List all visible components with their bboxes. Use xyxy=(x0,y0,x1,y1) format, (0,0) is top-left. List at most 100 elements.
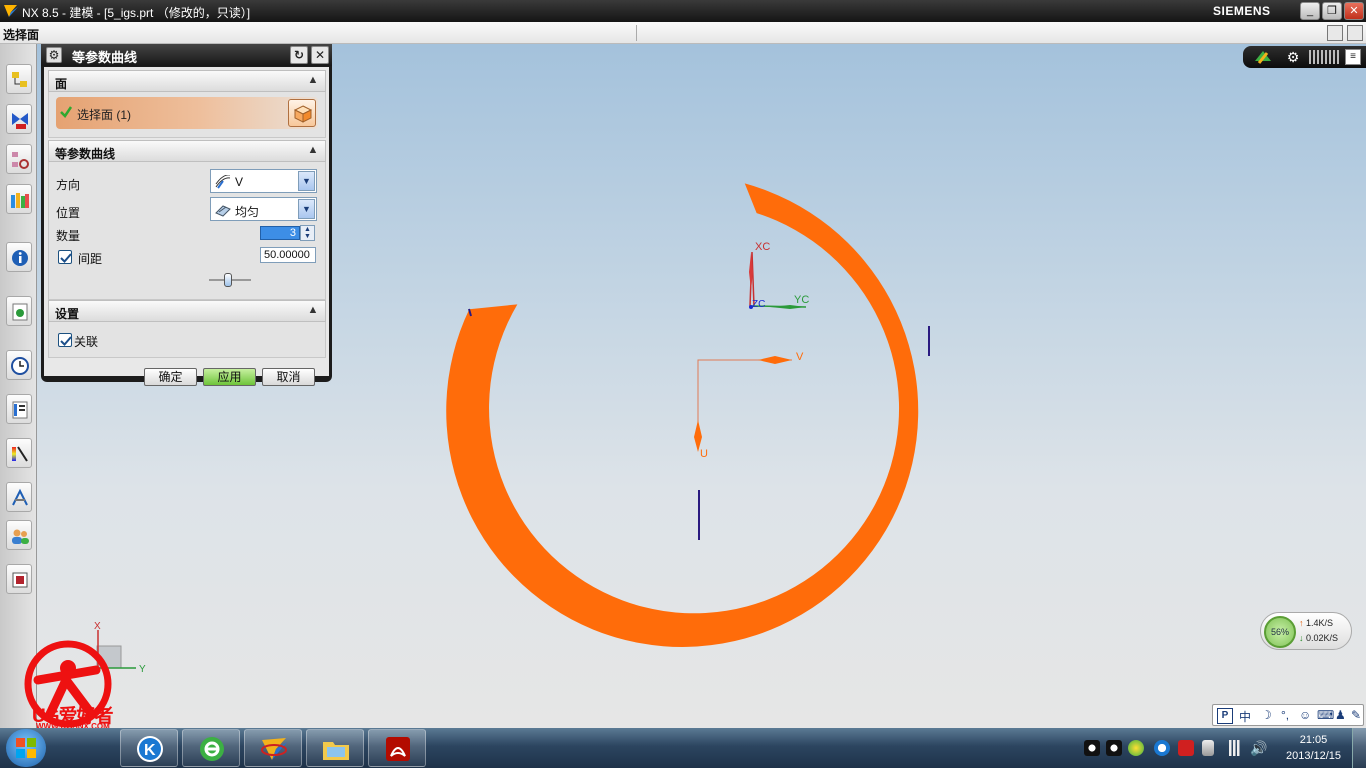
network-monitor[interactable]: 56% ↑ 1.4K/S ↓ 0.02K/S xyxy=(1260,612,1352,650)
keyboard-icon[interactable]: ⌨ xyxy=(1317,708,1334,722)
ok-button[interactable]: 确定 xyxy=(144,368,197,386)
volume-icon[interactable]: 🔊 xyxy=(1250,740,1267,756)
device-icon[interactable] xyxy=(1202,740,1214,756)
antivirus-icon[interactable] xyxy=(1178,740,1194,756)
taskbar-nx[interactable] xyxy=(244,729,302,767)
web-browser-icon xyxy=(12,303,28,321)
cue-restore-button[interactable] xyxy=(1347,25,1363,41)
cpu-percent: 56% xyxy=(1264,616,1296,648)
manufacturing-wizard-tab[interactable] xyxy=(6,482,32,512)
qq-icon[interactable] xyxy=(1084,740,1100,756)
network-signal-icon[interactable] xyxy=(1226,740,1242,756)
ime-mode[interactable]: 中 xyxy=(1239,708,1251,725)
close-window-button[interactable]: ✕ xyxy=(1344,2,1364,20)
system-scene-tab[interactable] xyxy=(6,564,32,594)
v-direction-label: V xyxy=(796,351,804,363)
apply-button[interactable]: 应用 xyxy=(203,368,256,386)
wizard-icon xyxy=(12,488,28,506)
position-dropdown[interactable]: 均匀 ▼ xyxy=(210,197,317,221)
dialog-close-icon[interactable]: ✕ xyxy=(311,46,329,64)
select-face-label: 选择面 (1) xyxy=(77,108,132,122)
restore-button[interactable]: ❐ xyxy=(1322,2,1342,20)
svg-text:K: K xyxy=(144,742,156,759)
settings-group-header[interactable]: 设置 ▲ xyxy=(48,300,326,322)
kugou-icon: K xyxy=(137,736,163,762)
qq-icon-2[interactable] xyxy=(1106,740,1122,756)
process-studio-tab[interactable] xyxy=(6,438,32,468)
taskbar: K 🔊 21:05 2013/12/15 xyxy=(0,728,1366,768)
count-spinner[interactable]: ▲ ▼ xyxy=(300,225,315,241)
settings-gear-icon[interactable]: ⚙ xyxy=(1285,49,1301,65)
start-button[interactable] xyxy=(6,729,46,767)
part-navigator-icon xyxy=(12,152,29,169)
history-tab[interactable] xyxy=(6,350,32,380)
cube-icon xyxy=(293,105,313,123)
kugou-tray-icon[interactable] xyxy=(1154,740,1170,756)
constraint-navigator-tab[interactable] xyxy=(6,104,32,134)
taskbar-kugou[interactable]: K xyxy=(120,729,178,767)
isoparametric-curve-dialog: ⚙ 等参数曲线 ↻ ✕ 面 ▲ 选择面 (1) 等参数曲线 ▲ 方向 V ▼ 位… xyxy=(41,44,332,386)
face-group-body: 选择面 (1) xyxy=(48,92,326,138)
collapse-icon[interactable]: ▲ xyxy=(305,304,321,318)
cue-option-button[interactable] xyxy=(1327,25,1343,41)
associative-checkbox[interactable] xyxy=(58,333,72,347)
dropdown-arrow-icon[interactable]: ▼ xyxy=(298,171,315,191)
collapse-icon[interactable]: ▲ xyxy=(305,144,321,158)
select-face-button[interactable] xyxy=(288,99,316,127)
isoparametric-face[interactable] xyxy=(446,183,919,647)
screen: NX 8.5 - 建模 - [5_igs.prt （修改的，只读）] SIEME… xyxy=(0,0,1366,768)
emoji-icon[interactable]: ☺ xyxy=(1299,708,1311,722)
part-navigator-tab[interactable] xyxy=(6,144,32,174)
cancel-button[interactable]: 取消 xyxy=(262,368,315,386)
face-group-header[interactable]: 面 ▲ xyxy=(48,70,326,92)
taskbar-acrobat[interactable] xyxy=(368,729,426,767)
show-desktop-button[interactable] xyxy=(1352,728,1366,768)
roles-icon xyxy=(12,529,29,544)
zc-label: ZC xyxy=(752,299,765,310)
count-input[interactable]: 3 xyxy=(260,226,300,240)
dialog-gear-icon[interactable]: ⚙ xyxy=(46,47,62,63)
acrobat-icon xyxy=(386,737,410,761)
spacing-slider[interactable] xyxy=(209,273,251,287)
uniform-icon xyxy=(215,205,231,217)
dropdown-arrow-icon[interactable]: ▼ xyxy=(298,199,315,219)
spacing-input[interactable]: 50.00000 xyxy=(260,247,316,263)
ime-logo-icon[interactable]: P xyxy=(1217,708,1233,724)
system-clock[interactable]: 21:05 2013/12/15 xyxy=(1281,732,1346,764)
collapse-icon[interactable]: ▲ xyxy=(305,74,321,88)
assembly-navigator-tab[interactable] xyxy=(6,64,32,94)
clock-time: 21:05 xyxy=(1299,734,1328,746)
select-face-row[interactable]: 选择面 (1) xyxy=(56,97,318,129)
user-icon[interactable]: ♟ xyxy=(1335,708,1346,722)
checkmark-icon xyxy=(60,336,72,346)
spacing-checkbox[interactable] xyxy=(58,250,72,264)
system-materials-tab[interactable] xyxy=(6,394,32,424)
render-style-icon[interactable] xyxy=(1253,49,1273,65)
reuse-library-tab[interactable] xyxy=(6,184,32,214)
roles-tab[interactable] xyxy=(6,520,32,550)
slider-thumb[interactable] xyxy=(224,273,232,287)
taskbar-browser[interactable] xyxy=(182,729,240,767)
half-width-icon[interactable]: ☽ xyxy=(1261,708,1272,722)
scene-icon xyxy=(12,572,28,588)
hd3d-tools-tab[interactable] xyxy=(6,242,32,272)
reset-icon[interactable]: ↻ xyxy=(290,46,308,64)
checkmark-icon xyxy=(60,253,72,263)
cue-line: 选择面 xyxy=(0,22,1366,44)
grip-icon[interactable] xyxy=(1309,50,1339,64)
watermark-logo: UG爱好者 WWW.UGSNX.COM xyxy=(10,640,130,740)
web-browser-tab[interactable] xyxy=(6,296,32,326)
direction-dropdown[interactable]: V ▼ xyxy=(210,169,317,193)
wrench-icon[interactable]: ✎ xyxy=(1351,708,1361,722)
punctuation-icon[interactable]: °, xyxy=(1281,708,1289,722)
yc-label: YC xyxy=(794,294,809,306)
window-title: NX 8.5 - 建模 - [5_igs.prt （修改的，只读）] xyxy=(22,6,251,20)
x-axis-label: X xyxy=(94,621,101,632)
security-plus-icon[interactable] xyxy=(1128,740,1144,756)
minimize-button[interactable]: _ xyxy=(1300,2,1320,20)
curve-group-header[interactable]: 等参数曲线 ▲ xyxy=(48,140,326,162)
title-bar: NX 8.5 - 建模 - [5_igs.prt （修改的，只读）] SIEME… xyxy=(0,0,1366,22)
position-label: 位置 xyxy=(56,206,81,220)
menu-icon[interactable]: ≡ xyxy=(1345,49,1361,65)
taskbar-explorer[interactable] xyxy=(306,729,364,767)
